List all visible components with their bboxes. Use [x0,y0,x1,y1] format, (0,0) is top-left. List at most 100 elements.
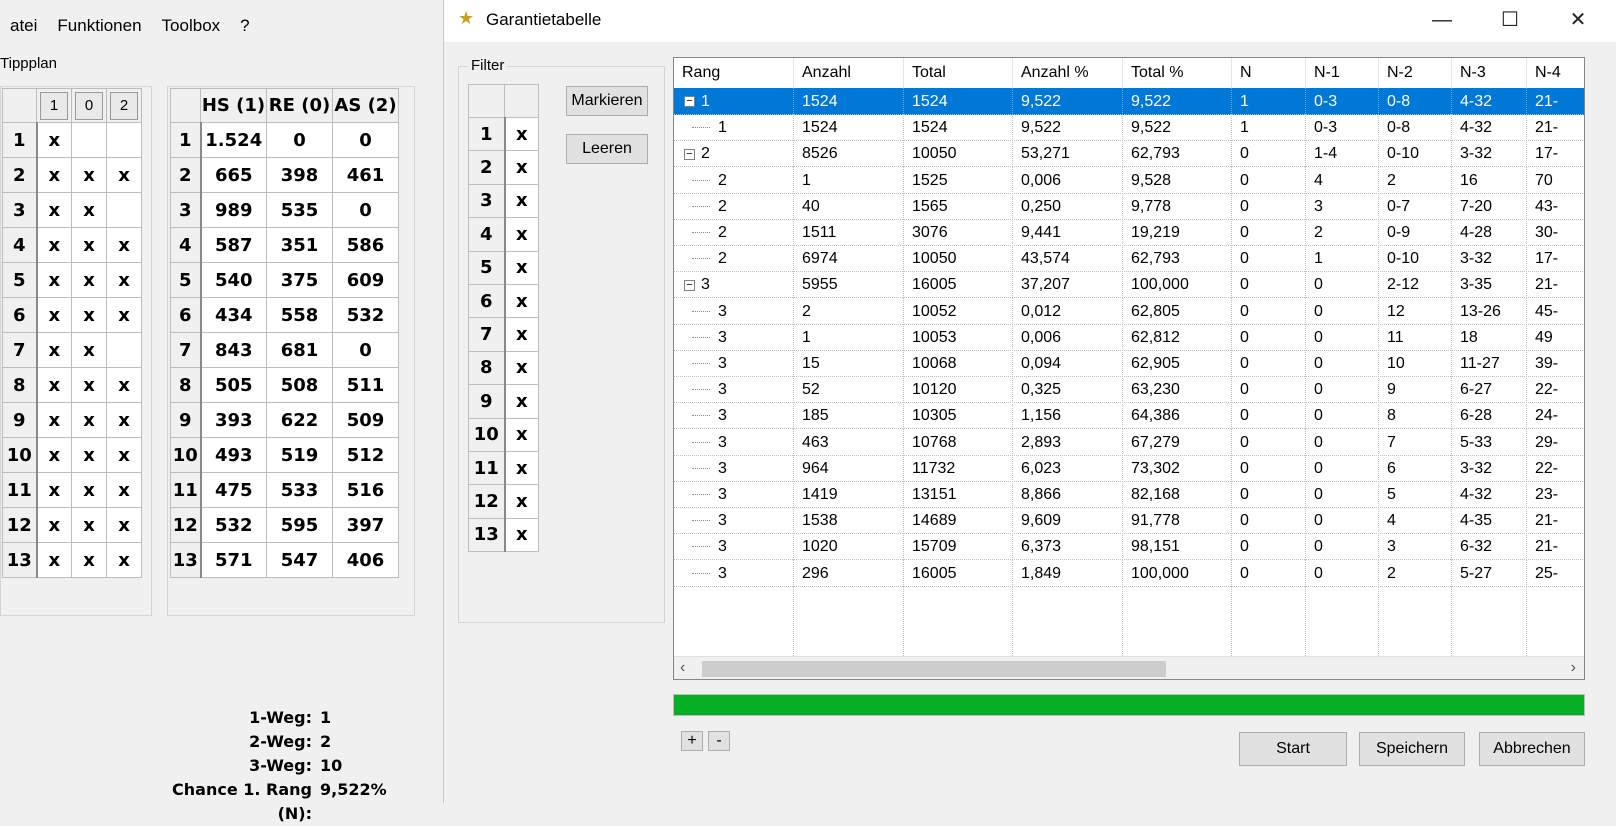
column-header[interactable]: N-2 [1379,58,1452,88]
filter-cell[interactable]: x [504,350,539,386]
column-header[interactable]: Rang [674,58,794,88]
tipp-cell[interactable]: x [71,157,107,193]
tipp-cell[interactable]: x [71,437,107,473]
filter-cell[interactable]: x [504,517,539,553]
filter-cell[interactable]: x [504,150,539,185]
tipp-cell[interactable]: x [36,402,72,438]
tipp-cell[interactable]: x [106,157,142,193]
column-header[interactable]: Total % [1123,58,1232,88]
scrollbar-thumb[interactable] [702,661,1166,677]
tipp-cell[interactable]: x [106,297,142,333]
tree-row[interactable]: 3 1020 15709 6,373 98,151 0 0 3 6-32 21- [674,533,1584,561]
tree-row[interactable]: −1 1524 1524 9,522 9,522 1 0-3 0-8 4-32 21- [674,88,1584,115]
tree-row[interactable]: −3 5955 16005 37,207 100,000 0 0 2-12 3-35 21- [674,271,1584,299]
tree-row[interactable]: 3 296 16005 1,849 100,000 0 0 2 5-27 25- [674,559,1584,587]
col-header[interactable]: 0 [71,88,107,123]
close-icon[interactable]: ✕ [1548,0,1608,42]
tipp-cell[interactable]: x [71,262,107,298]
tipp-cell[interactable]: x [71,507,107,543]
filter-table[interactable]: 1 x 2 x 3 x 4 x 5 x 6 x 7 x 8 x 9 x 10 x 11 x 12 x 13 x [468,84,539,553]
col-header[interactable]: 1 [36,88,72,123]
column-header[interactable]: Anzahl [794,58,904,88]
menu-item[interactable]: Toolbox [152,12,231,40]
tipp-cell[interactable]: x [106,507,142,543]
menu-item[interactable]: Funktionen [47,12,151,40]
filter-cell[interactable]: x [504,250,539,285]
tree-row[interactable]: 3 1 10053 0,006 62,812 0 0 11 18 49 [674,323,1584,351]
collapse-icon[interactable]: − [684,96,695,108]
column-header[interactable]: N-4 [1527,58,1584,88]
column-header[interactable]: N-3 [1452,58,1527,88]
scroll-left-icon[interactable]: ‹ [680,659,685,677]
filter-cell[interactable]: x [504,384,539,419]
tipp-cell[interactable]: x [106,472,142,508]
tipp-cell[interactable]: x [36,192,72,228]
tipp-cell[interactable]: x [36,472,72,508]
col-header-label[interactable]: 0 [75,91,103,120]
expand-all-button[interactable]: + [681,731,703,751]
tree-row[interactable]: 1 1524 1524 9,522 9,522 1 0-3 0-8 4-32 21- [674,114,1584,142]
horizontal-scrollbar[interactable]: ‹ › [674,656,1584,679]
filter-cell[interactable]: x [504,450,539,486]
filter-cell[interactable]: x [504,183,539,219]
tipp-cell[interactable] [106,122,142,158]
tree-row[interactable]: 2 40 1565 0,250 9,778 0 3 0-7 7-20 43- [674,192,1584,220]
start-button[interactable]: Start [1239,732,1347,766]
tipp-cell[interactable]: x [36,122,72,158]
tree-row[interactable]: 3 52 10120 0,325 63,230 0 0 9 6-27 22- [674,376,1584,404]
markieren-button[interactable]: Markieren [566,86,648,116]
tree-row[interactable]: 3 2 10052 0,012 62,805 0 0 12 13-26 45- [674,297,1584,325]
menu-item[interactable]: ? [230,12,259,40]
tipp-cell[interactable] [106,192,142,228]
filter-cell[interactable]: x [504,116,539,152]
tipp-cell[interactable]: x [36,367,72,403]
tree-row[interactable]: 2 1511 3076 9,441 19,219 0 2 0-9 4-28 30- [674,219,1584,246]
tree-row[interactable]: −2 8526 10050 53,271 62,793 0 1-4 0-10 3-32 17- [674,140,1584,168]
tipp-cell[interactable]: x [36,542,72,578]
filter-cell[interactable]: x [504,417,539,452]
tipp-cell[interactable]: x [106,437,142,473]
tree-row[interactable]: 3 1419 13151 8,866 82,168 0 0 5 4-32 23- [674,481,1584,508]
tipp-cell[interactable]: x [71,472,107,508]
tipp-cell[interactable]: x [106,542,142,578]
tree-row[interactable]: 3 463 10768 2,893 67,279 0 0 7 5-33 29- [674,428,1584,456]
tipp-cell[interactable]: x [106,262,142,298]
tree-row[interactable]: 2 1 1525 0,006 9,528 0 4 2 16 70 [674,166,1584,194]
maximize-icon[interactable]: ☐ [1480,0,1540,42]
tipp-cell[interactable]: x [106,367,142,403]
title-bar[interactable]: ★ Garantietabelle — ☐ ✕ [444,0,1616,42]
scroll-right-icon[interactable]: › [1571,659,1576,677]
collapse-icon[interactable]: − [684,148,695,160]
tipp-cell[interactable]: x [106,402,142,438]
column-header[interactable]: N [1232,58,1306,88]
col-header[interactable]: 2 [106,88,142,123]
tipp-cell[interactable]: x [36,507,72,543]
abbrechen-button[interactable]: Abbrechen [1479,732,1585,766]
tipp-cell[interactable]: x [71,332,107,368]
tipp-cell[interactable]: x [36,157,72,193]
tree-row[interactable]: 2 6974 10050 43,574 62,793 0 1 0-10 3-32 17- [674,245,1584,273]
tipp-cell[interactable]: x [106,227,142,263]
tipp-cell[interactable]: x [36,227,72,263]
tipp-cell[interactable]: x [36,332,72,368]
col-header-label[interactable]: 2 [110,91,138,120]
leeren-button[interactable]: Leeren [566,134,648,164]
col-header-label[interactable]: 1 [40,91,68,120]
tipp-cell[interactable] [106,332,142,368]
tipp-cell[interactable]: x [36,262,72,298]
filter-cell[interactable]: x [504,217,539,252]
tipp-cell[interactable]: x [71,192,107,228]
tipp-cell[interactable] [71,122,107,158]
guarantee-tree-table[interactable]: Rang Anzahl Total Anzahl % Total % N N-1 N-2 N-3… [673,57,1585,680]
tipp-cell[interactable]: x [71,297,107,333]
filter-cell[interactable]: x [504,283,539,319]
column-header[interactable]: Total [904,58,1013,88]
tree-row[interactable]: 3 185 10305 1,156 64,386 0 0 8 6-28 24- [674,402,1584,430]
minimize-icon[interactable]: — [1412,0,1472,42]
speichern-button[interactable]: Speichern [1359,732,1465,766]
tipp-cell[interactable]: x [71,367,107,403]
tipp-cell[interactable]: x [71,227,107,263]
filter-cell[interactable]: x [504,484,539,519]
tree-row[interactable]: 3 15 10068 0,094 62,905 0 0 10 11-27 39- [674,350,1584,377]
column-header[interactable]: Anzahl % [1013,58,1123,88]
